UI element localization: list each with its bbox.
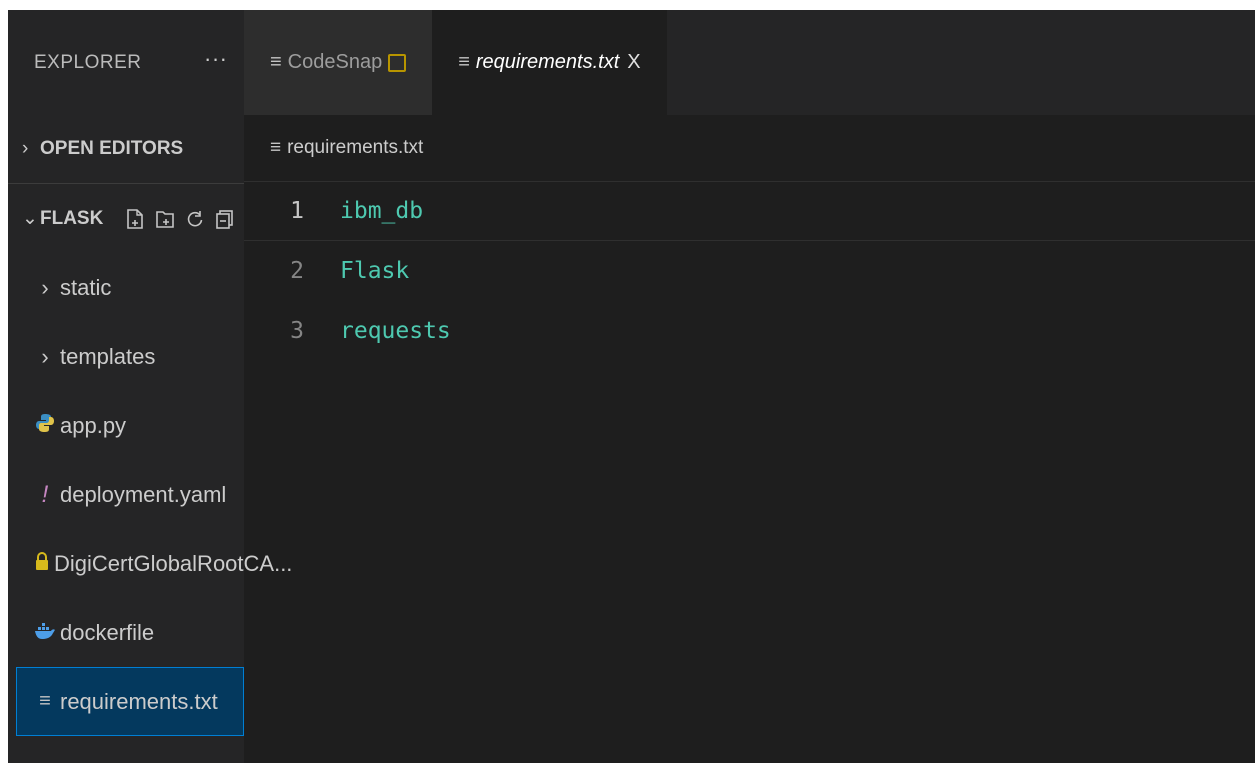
- tree-item-label: deployment.yaml: [60, 481, 227, 507]
- tree-file-digicert[interactable]: DigiCertGlobalRootCA...: [8, 529, 292, 598]
- tree-item-label: dockerfile: [60, 619, 155, 645]
- text-file-icon: ≡: [270, 137, 282, 158]
- new-folder-icon[interactable]: [155, 208, 175, 230]
- chevron-right-icon: ›: [41, 343, 49, 369]
- new-file-icon[interactable]: [125, 208, 145, 230]
- tree-file-app-py[interactable]: app.py: [8, 391, 244, 460]
- refresh-icon[interactable]: [185, 208, 205, 230]
- line-number: 2: [290, 258, 304, 284]
- camera-icon: [388, 53, 407, 72]
- close-icon[interactable]: X: [627, 51, 640, 74]
- code-text[interactable]: ibm_db: [340, 198, 423, 224]
- docker-icon: [34, 620, 56, 646]
- tab-label: requirements.txt: [475, 51, 620, 73]
- code-line[interactable]: 3 requests: [244, 301, 1255, 361]
- line-number: 1: [290, 198, 304, 224]
- tree-folder-static[interactable]: › static: [8, 253, 244, 322]
- editor-tab-bar: ≡ CodeSnap ≡ requirements.txt X: [244, 10, 1255, 115]
- yaml-exclamation-icon: !: [41, 480, 49, 508]
- tree-item-label: app.py: [60, 412, 127, 438]
- tree-folder-templates[interactable]: › templates: [8, 322, 244, 391]
- breadcrumb-label: requirements.txt: [287, 137, 424, 158]
- code-text[interactable]: Flask: [340, 258, 409, 284]
- explorer-header: EXPLORER ···: [8, 10, 244, 115]
- more-actions-icon[interactable]: ···: [204, 46, 227, 72]
- code-line[interactable]: 1 ibm_db: [244, 181, 1255, 241]
- folder-actions: [125, 208, 235, 230]
- folder-label: FLASK: [40, 207, 104, 229]
- python-icon: [34, 413, 56, 439]
- explorer-sidebar: EXPLORER ··· › OPEN EDITORS ⌄ FLASK › st…: [8, 10, 292, 763]
- breadcrumb[interactable]: ≡ requirements.txt: [244, 115, 423, 181]
- code-text[interactable]: requests: [340, 318, 451, 344]
- lock-icon: [34, 551, 50, 577]
- chevron-down-icon: ⌄: [22, 208, 38, 229]
- tree-file-deployment-yaml[interactable]: ! deployment.yaml: [8, 460, 244, 529]
- code-line[interactable]: 2 Flask: [244, 241, 1255, 301]
- line-number: 3: [290, 318, 304, 344]
- tree-item-label: static: [60, 274, 112, 300]
- text-file-icon: ≡: [39, 690, 51, 712]
- tab-requirements-txt[interactable]: ≡ requirements.txt X: [432, 10, 667, 115]
- collapse-all-icon[interactable]: [215, 208, 235, 230]
- open-editors-label: OPEN EDITORS: [40, 138, 184, 159]
- chevron-right-icon: ›: [22, 138, 29, 159]
- tab-codesnap[interactable]: ≡ CodeSnap: [244, 10, 433, 115]
- vscode-window: EXPLORER ··· › OPEN EDITORS ⌄ FLASK › st…: [8, 10, 1255, 763]
- tab-label: CodeSnap: [287, 51, 383, 73]
- tree-file-dockerfile[interactable]: dockerfile: [8, 598, 244, 667]
- text-file-icon: ≡: [270, 51, 282, 73]
- explorer-title: EXPLORER: [34, 51, 142, 73]
- open-editors-section[interactable]: › OPEN EDITORS: [8, 115, 244, 183]
- tree-item-label: templates: [60, 343, 156, 369]
- code-editor[interactable]: 1 ibm_db 2 Flask 3 requests: [244, 181, 1255, 763]
- tree-item-label: requirements.txt: [60, 688, 218, 714]
- chevron-right-icon: ›: [41, 274, 49, 300]
- text-file-icon: ≡: [458, 51, 470, 73]
- folder-flask-section[interactable]: ⌄ FLASK: [8, 183, 244, 253]
- tree-file-requirements-txt[interactable]: ≡ requirements.txt: [16, 667, 244, 736]
